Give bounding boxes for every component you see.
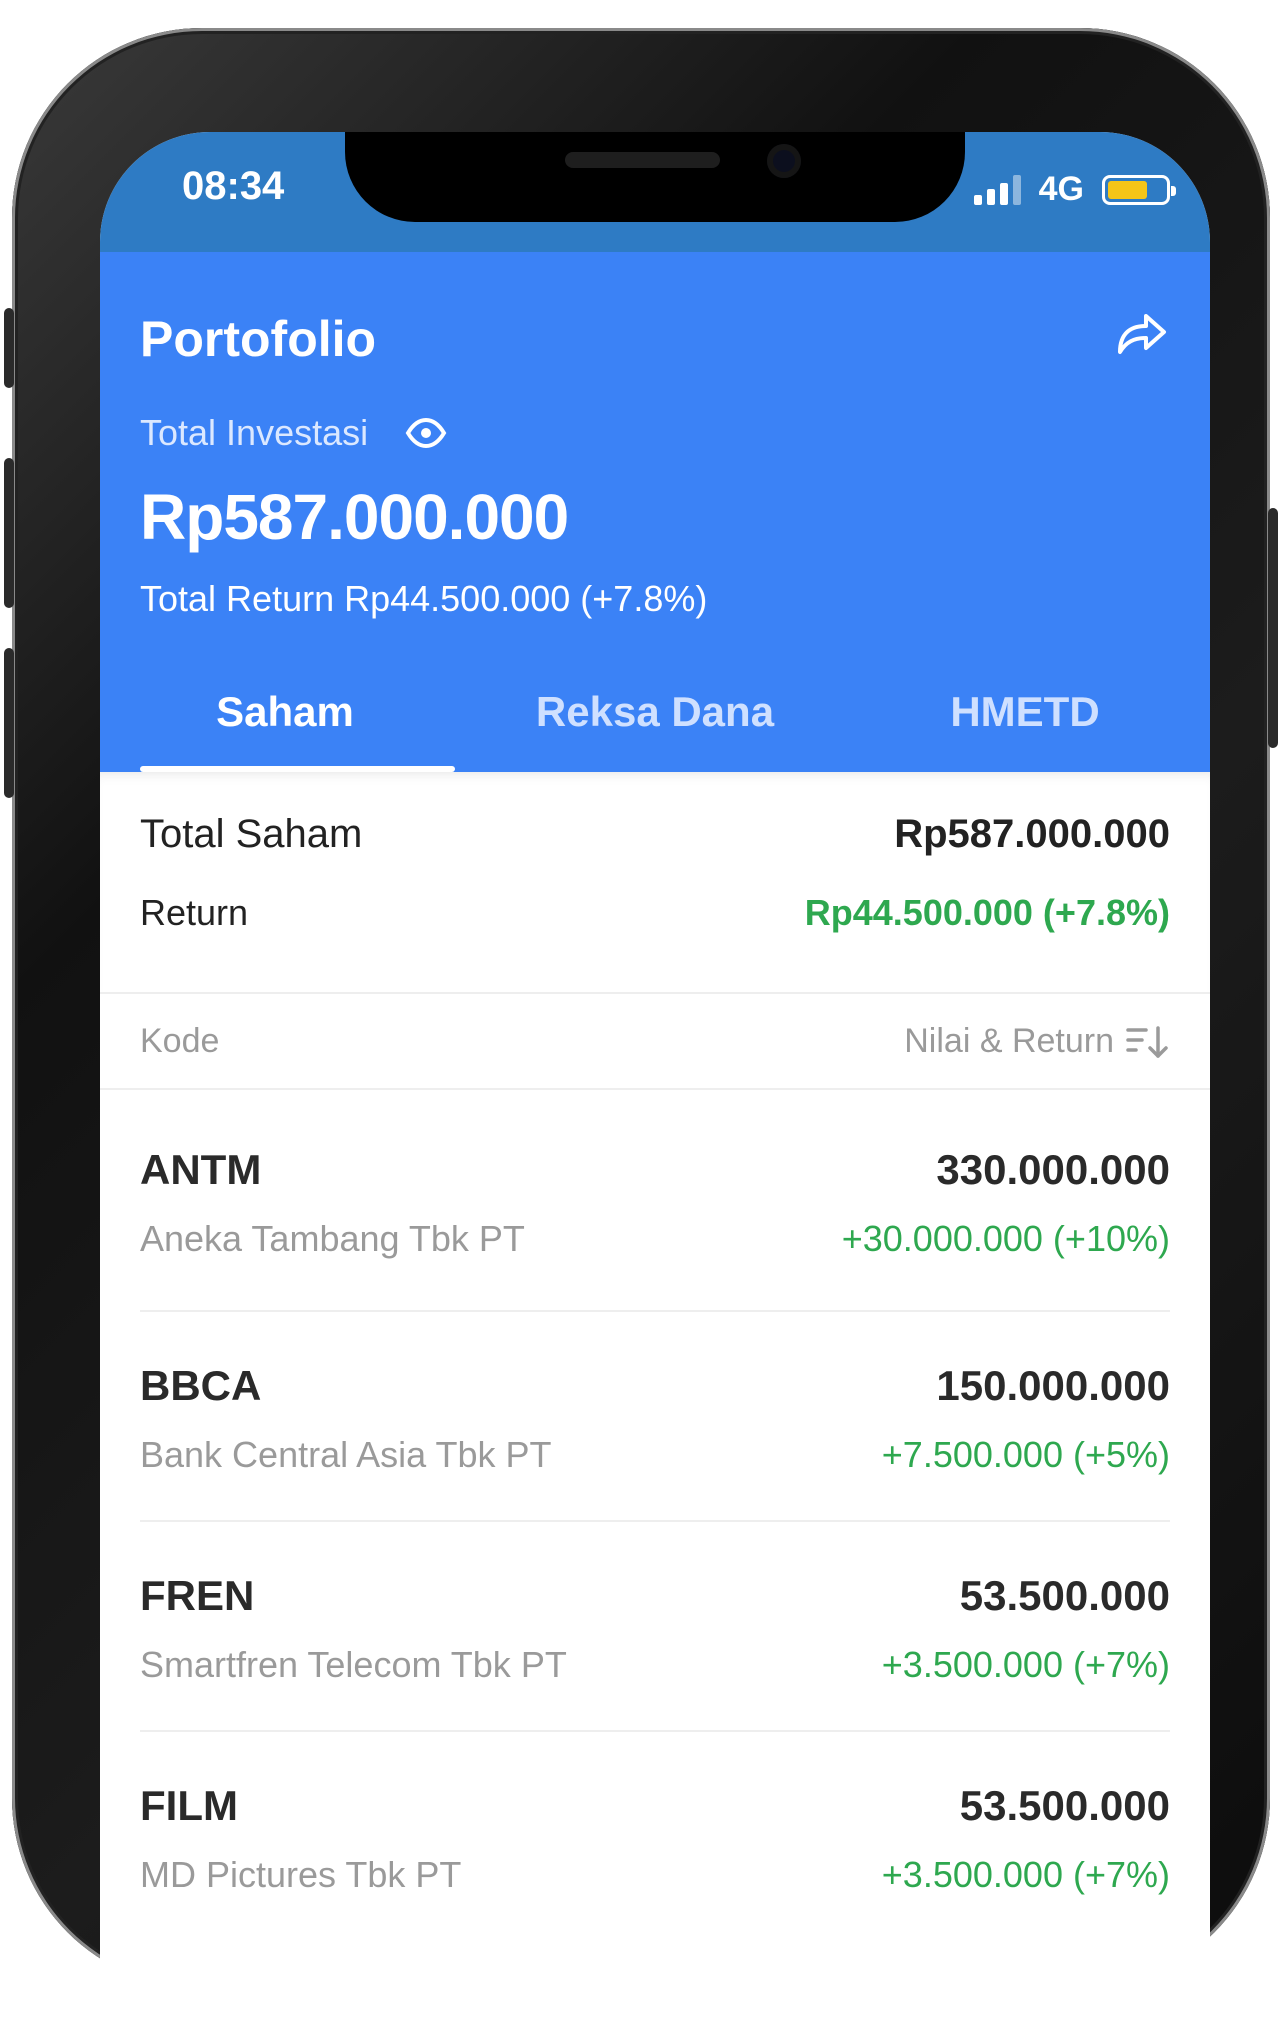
column-nilai-return[interactable]: Nilai & Return: [904, 1022, 1114, 1061]
stock-name: Aneka Tambang Tbk PT: [140, 1218, 525, 1259]
share-icon[interactable]: [1110, 304, 1170, 364]
eye-icon[interactable]: [405, 412, 447, 454]
portfolio-tabs: Saham Reksa Dana HMETD: [100, 662, 1210, 772]
total-investment-amount: Rp587.000.000: [140, 481, 569, 553]
page-title: Portofolio: [140, 311, 377, 367]
stock-value: 53.500.000: [959, 1572, 1170, 1619]
stock-list: ANTM 330.000.000 Aneka Tambang Tbk PT +3…: [100, 1090, 1210, 1942]
stock-return: +7.500.000 (+5%): [881, 1434, 1170, 1475]
stock-value: 150.000.000: [936, 1362, 1170, 1409]
stock-row-antm[interactable]: ANTM 330.000.000 Aneka Tambang Tbk PT +3…: [140, 1090, 1170, 1312]
front-camera: [767, 144, 801, 178]
total-return-text: Total Return Rp44.500.000 (+7.8%): [140, 578, 708, 619]
stock-return: +30.000.000 (+10%): [841, 1218, 1170, 1259]
volume-down-button: [4, 648, 14, 798]
sort-icon[interactable]: [1126, 1024, 1170, 1060]
stock-return: +3.500.000 (+7%): [881, 1644, 1170, 1685]
portfolio-header: Portofolio Total Investasi Rp587.000.000…: [100, 252, 1210, 772]
status-time: 08:34: [182, 164, 285, 208]
volume-up-button: [4, 458, 14, 608]
column-kode: Kode: [140, 1022, 220, 1060]
total-saham-value: Rp587.000.000: [894, 812, 1170, 856]
total-saham-label: Total Saham: [140, 812, 363, 856]
total-investasi-label: Total Investasi: [140, 412, 369, 453]
phone-frame: 08:34 4G Portofolio Total Investasi Rp58…: [4, 28, 1278, 2032]
status-bar: 08:34 4G: [100, 132, 1210, 252]
return-value: Rp44.500.000 (+7.8%): [804, 892, 1170, 933]
notch: [345, 132, 965, 222]
stock-value: 330.000.000: [936, 1146, 1170, 1193]
battery-icon: [1102, 174, 1176, 205]
stock-row-bbca[interactable]: BBCA 150.000.000 Bank Central Asia Tbk P…: [140, 1312, 1170, 1522]
stock-code: FILM: [140, 1782, 238, 1829]
stock-name: MD Pictures Tbk PT: [140, 1854, 462, 1895]
stock-code: ANTM: [140, 1146, 262, 1193]
stock-name: Bank Central Asia Tbk PT: [140, 1434, 552, 1475]
network-label: 4G: [1038, 170, 1084, 208]
tab-reksa-dana[interactable]: Reksa Dana: [470, 662, 840, 772]
tab-hmetd[interactable]: HMETD: [840, 662, 1210, 772]
speaker-grille: [565, 152, 720, 168]
stock-code: FREN: [140, 1572, 255, 1619]
status-indicators: 4G: [973, 170, 1176, 209]
phone-screen: 08:34 4G Portofolio Total Investasi Rp58…: [100, 132, 1210, 2032]
stock-code: BBCA: [140, 1362, 262, 1409]
power-button: [1268, 508, 1278, 748]
stock-return: +3.500.000 (+7%): [881, 1854, 1170, 1895]
stock-value: 53.500.000: [959, 1782, 1170, 1829]
return-label: Return: [140, 892, 249, 933]
stock-name: Smartfren Telecom Tbk PT: [140, 1644, 567, 1685]
stock-row-fren[interactable]: FREN 53.500.000 Smartfren Telecom Tbk PT…: [140, 1522, 1170, 1732]
mute-switch: [4, 308, 14, 388]
signal-icon: [973, 174, 1021, 205]
battery-level: [1108, 180, 1148, 199]
tab-saham[interactable]: Saham: [100, 662, 470, 772]
saham-summary: Total Saham Rp587.000.000 Return Rp44.50…: [100, 772, 1210, 994]
stock-row-film[interactable]: FILM 53.500.000 MD Pictures Tbk PT +3.50…: [140, 1732, 1170, 1942]
list-column-header: Kode Nilai & Return: [100, 994, 1210, 1090]
